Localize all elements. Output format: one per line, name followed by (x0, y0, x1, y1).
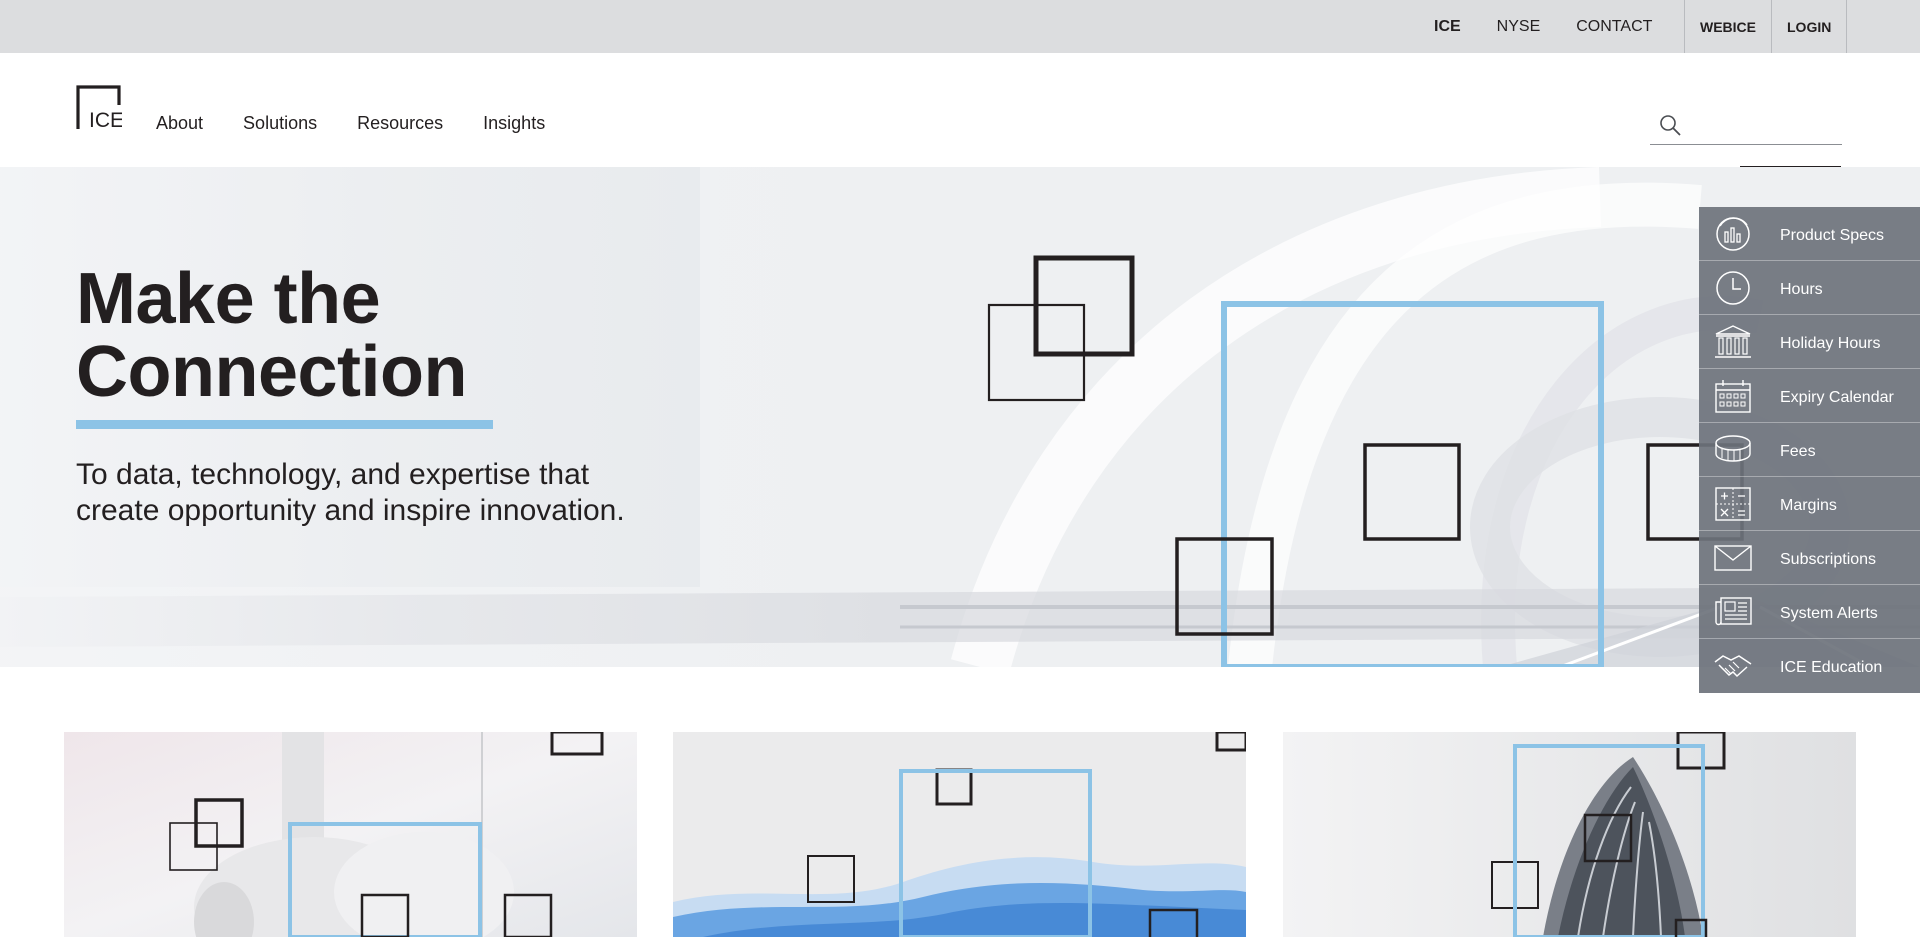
utility-link-ice[interactable]: ICE (1434, 18, 1461, 36)
quick-link-label: Subscriptions (1780, 551, 1877, 568)
quick-link-fees[interactable]: Fees (1699, 423, 1920, 477)
main-header: ICE About Solutions Resources Insights (0, 53, 1920, 167)
skyscraper-image (1283, 732, 1856, 937)
utility-link-nyse[interactable]: NYSE (1497, 18, 1541, 36)
data-wave-image (673, 732, 1246, 937)
hero-title-line-1: Make the (76, 259, 381, 339)
quick-link-holiday-hours[interactable]: Holiday Hours (1699, 315, 1920, 369)
quick-link-label: Fees (1780, 443, 1816, 460)
nav-insights[interactable]: Insights (483, 113, 545, 134)
ice-logo-mark: ICE (76, 85, 124, 132)
logo-wordmark: ICE (89, 109, 122, 131)
wind-turbine-image (64, 732, 637, 937)
nav-resources[interactable]: Resources (357, 113, 443, 134)
search-box (1650, 107, 1842, 145)
newspaper-icon (1715, 597, 1752, 626)
quick-link-label: ICE Education (1780, 659, 1883, 676)
hero-title-line-2: Connection (76, 332, 467, 412)
main-nav: About Solutions Resources Insights (156, 113, 585, 134)
utility-bar: ICE NYSE CONTACT WEBICE LOGIN (0, 0, 1920, 53)
quick-link-hours[interactable]: Hours (1699, 261, 1920, 315)
nav-about[interactable]: About (156, 113, 203, 134)
utility-account-links: WEBICE LOGIN (1684, 0, 1848, 53)
hero-subtitle: To data, technology, and expertise that … (76, 458, 625, 527)
quick-link-margins[interactable]: Margins (1699, 477, 1920, 531)
search-icon[interactable] (1658, 113, 1682, 137)
utility-links: ICE NYSE CONTACT (1434, 0, 1688, 53)
clock-icon (1716, 271, 1750, 305)
quick-link-label: Product Specs (1780, 227, 1885, 244)
feature-card-energy[interactable] (64, 732, 637, 937)
quick-link-system-alerts[interactable]: System Alerts (1699, 585, 1920, 639)
bridge-background-image (0, 167, 1920, 667)
quick-links-panel: Product Specs Hours Holiday Hours Expiry… (1699, 207, 1920, 693)
product-specs-icon (1716, 217, 1750, 251)
hero-banner: Make the Connection To data, technology,… (0, 167, 1920, 667)
quick-link-label: System Alerts (1780, 605, 1878, 622)
feature-card-skyscraper[interactable] (1283, 732, 1856, 937)
quick-link-subscriptions[interactable]: Subscriptions (1699, 531, 1920, 585)
handshake-icon (1714, 655, 1752, 678)
nav-solutions[interactable]: Solutions (243, 113, 317, 134)
quick-link-label: Hours (1780, 281, 1823, 298)
hero-title: Make the Connection (76, 263, 467, 409)
feature-card-data[interactable] (673, 732, 1246, 937)
quick-link-label: Holiday Hours (1780, 335, 1881, 352)
quick-link-ice-education[interactable]: ICE Education (1699, 639, 1920, 693)
calendar-icon (1715, 380, 1751, 413)
search-input[interactable] (1690, 111, 1838, 139)
quick-link-label: Expiry Calendar (1780, 389, 1894, 406)
quick-link-product-specs[interactable]: Product Specs (1699, 207, 1920, 261)
hero-accent-rule (76, 420, 493, 429)
ice-logo[interactable]: ICE (76, 85, 124, 132)
login-link[interactable]: LOGIN (1772, 0, 1848, 53)
utility-link-contact[interactable]: CONTACT (1576, 18, 1652, 36)
bank-building-icon (1715, 325, 1751, 358)
calculator-icon (1715, 487, 1751, 521)
quick-link-expiry-calendar[interactable]: Expiry Calendar (1699, 369, 1920, 423)
coins-icon (1715, 435, 1751, 462)
webice-link[interactable]: WEBICE (1685, 0, 1772, 53)
envelope-icon (1714, 545, 1752, 571)
quick-link-label: Margins (1780, 497, 1837, 514)
